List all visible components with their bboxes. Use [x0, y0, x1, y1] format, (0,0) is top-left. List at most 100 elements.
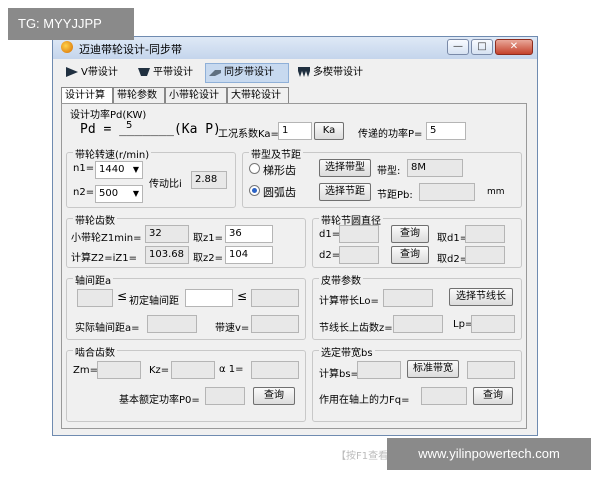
belt-speed-value	[251, 315, 299, 333]
belt-width-group: 选定带宽bs 计算bs= 标准带宽 作用在轴上的力Fq= 查询	[312, 344, 522, 422]
shaft-force-value	[421, 387, 467, 405]
query-force-button[interactable]: 查询	[473, 387, 513, 405]
standard-width-value	[467, 361, 515, 379]
alpha-label: α 1=	[219, 364, 244, 375]
lp-value	[471, 315, 515, 333]
d1-value	[339, 225, 379, 243]
app-logo-icon	[61, 41, 73, 53]
query-d2-button[interactable]: 查询	[391, 246, 429, 264]
trapezoid-tooth-radio[interactable]	[249, 163, 260, 174]
belt-length-label: 计算带长Lo=	[319, 296, 379, 307]
multi-wedge-belt-label: 多楔带设计	[313, 67, 363, 78]
d2-value	[339, 246, 379, 264]
chevron-down-icon: ▼	[132, 165, 139, 174]
z1-input[interactable]: 36	[225, 225, 273, 243]
belt-type-toolbar: V带设计 平带设计 同步带设计 多楔带设计	[59, 63, 531, 83]
v-belt-button[interactable]: V带设计	[63, 63, 125, 83]
n2-value: 500	[99, 188, 119, 199]
kz-label: Kz=	[149, 365, 170, 376]
app-window: 迈迪带轮设计-同步带 — □ ✕ V带设计 平带设计 同步带设计 多楔带设计 设…	[52, 36, 538, 462]
pitch-teeth-label: 节线长上齿数z=	[319, 323, 393, 334]
query-rated-power-button[interactable]: 查询	[253, 387, 295, 405]
actual-distance-label: 实际轴间距a=	[75, 323, 140, 334]
ratio-value: 2.88	[191, 171, 227, 189]
initial-distance-input[interactable]	[185, 289, 233, 307]
belt-width-group-title: 选定带宽bs	[319, 344, 375, 359]
center-distance-group: 轴间距a ≤ 初定轴间距 ≤ 实际轴间距a= 带速v=	[66, 272, 306, 340]
multi-wedge-belt-button[interactable]: 多楔带设计	[295, 63, 375, 83]
bs-value	[357, 361, 401, 379]
flat-belt-label: 平带设计	[153, 67, 193, 78]
take-d2-label: 取d2=	[437, 254, 469, 265]
belt-type-group-title: 带型及节距	[249, 146, 303, 161]
teeth-group: 带轮齿数 小带轮Z1min= 32 取z1= 36 计算Z2=iZ1= 103.…	[66, 212, 306, 268]
select-pitch-length-button[interactable]: 选择节线长	[449, 288, 513, 306]
design-calc-panel: 设计功率Pd(KW) Pd = _______(Ka P) 5 工况系数Ka= …	[61, 103, 527, 462]
z1-label: 取z1=	[193, 233, 223, 244]
n1-select[interactable]: 1440 ▼	[95, 161, 143, 179]
minimize-button[interactable]: —	[447, 39, 469, 55]
rated-power-value	[205, 387, 245, 405]
url-watermark: www.yilinpowertech.com	[387, 438, 591, 470]
belt-type-group: 带型及节距 梯形齿 圆弧齿 选择带型 带型: 8M 选择节距 节距Pb: mm	[242, 146, 522, 208]
tab-pulley-params[interactable]: 带轮参数	[113, 87, 165, 103]
title-bar: 迈迪带轮设计-同步带 — □ ✕	[53, 37, 537, 59]
pitch-diameter-group: 带轮节圆直径 d1= 查询 取d1= d2= 查询 取d2=	[312, 212, 522, 268]
belt-type-label: 带型:	[377, 166, 401, 177]
ka-button[interactable]: Ka	[314, 122, 344, 140]
zm-label: Zm=	[73, 365, 98, 376]
select-belt-type-button[interactable]: 选择带型	[319, 159, 371, 177]
d1-label: d1=	[319, 229, 341, 240]
pitch-label: 节距Pb:	[377, 190, 413, 201]
pd-value: 5	[126, 120, 133, 131]
belt-params-group: 皮带参数 计算带长Lo= 选择节线长 节线长上齿数z= Lp=	[312, 272, 522, 340]
v-belt-label: V带设计	[81, 67, 118, 78]
less-equal-symbol: ≤	[117, 289, 128, 303]
z2-calc-value: 103.68	[145, 246, 189, 264]
take-d1-label: 取d1=	[437, 233, 469, 244]
pd-formula: Pd = _______(Ka P)	[80, 122, 221, 137]
flat-belt-button[interactable]: 平带设计	[135, 63, 201, 83]
power-label: 传递的功率P=	[358, 129, 423, 140]
belt-length-value	[383, 289, 433, 307]
take-d2-value	[465, 246, 505, 264]
maximize-button[interactable]: □	[471, 39, 493, 55]
zm-value	[97, 361, 141, 379]
select-pitch-button[interactable]: 选择节距	[319, 183, 371, 201]
standard-width-button[interactable]: 标准带宽	[407, 360, 459, 378]
mesh-teeth-group: 啮合齿数 Zm= Kz= α 1= 基本额定功率P0= 查询	[66, 344, 306, 422]
v-belt-icon	[66, 67, 78, 77]
chevron-down-icon: ▼	[132, 189, 139, 198]
z1min-value: 32	[145, 225, 189, 243]
close-button[interactable]: ✕	[495, 39, 533, 55]
design-power-heading: 设计功率Pd(KW)	[70, 110, 147, 121]
sync-belt-button[interactable]: 同步带设计	[205, 63, 289, 83]
rated-power-label: 基本额定功率P0=	[119, 395, 200, 406]
ka-label: 工况系数Ka=	[218, 129, 279, 140]
tg-watermark: TG: MYYJJPP	[8, 8, 134, 40]
trapezoid-tooth-label: 梯形齿	[263, 164, 296, 177]
pitch-teeth-value	[393, 315, 443, 333]
arc-tooth-radio[interactable]	[249, 185, 260, 196]
ka-input[interactable]: 1	[278, 122, 312, 140]
belt-type-value: 8M	[407, 159, 463, 177]
flat-belt-icon	[138, 68, 150, 76]
bs-label: 计算bs=	[319, 369, 359, 380]
power-input[interactable]: 5	[426, 122, 466, 140]
z2-input[interactable]: 104	[225, 246, 273, 264]
pitch-unit: mm	[487, 187, 505, 197]
sync-belt-icon	[209, 70, 221, 76]
kz-value	[171, 361, 215, 379]
query-d1-button[interactable]: 查询	[391, 225, 429, 243]
tab-large-pulley[interactable]: 大带轮设计	[227, 87, 289, 103]
belt-params-group-title: 皮带参数	[319, 272, 363, 287]
mesh-teeth-group-title: 啮合齿数	[73, 344, 117, 359]
n2-select[interactable]: 500 ▼	[95, 185, 143, 203]
alpha-value	[251, 361, 299, 379]
z1min-label: 小带轮Z1min=	[71, 233, 142, 244]
tab-design-calc[interactable]: 设计计算	[61, 87, 113, 104]
arc-tooth-label: 圆弧齿	[263, 186, 296, 199]
tab-small-pulley[interactable]: 小带轮设计	[165, 87, 227, 103]
n1-label: n1=	[73, 163, 95, 174]
speed-group-title: 带轮转速(r/min)	[73, 146, 152, 161]
